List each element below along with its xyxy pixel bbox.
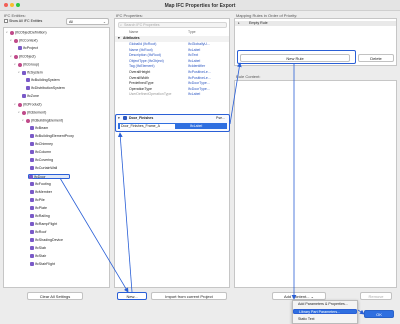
arrow-menu-to-ok: [357, 309, 365, 315]
annotation-arrows: [59, 62, 365, 315]
arrow-door-to-new: [59, 177, 129, 293]
map-ifc-properties-dialog: Map IFC Properties for Export IFC Entiti…: [0, 0, 400, 324]
arrow-property-to-rule: [229, 62, 242, 125]
arrow-new-to-property: [117, 132, 133, 293]
